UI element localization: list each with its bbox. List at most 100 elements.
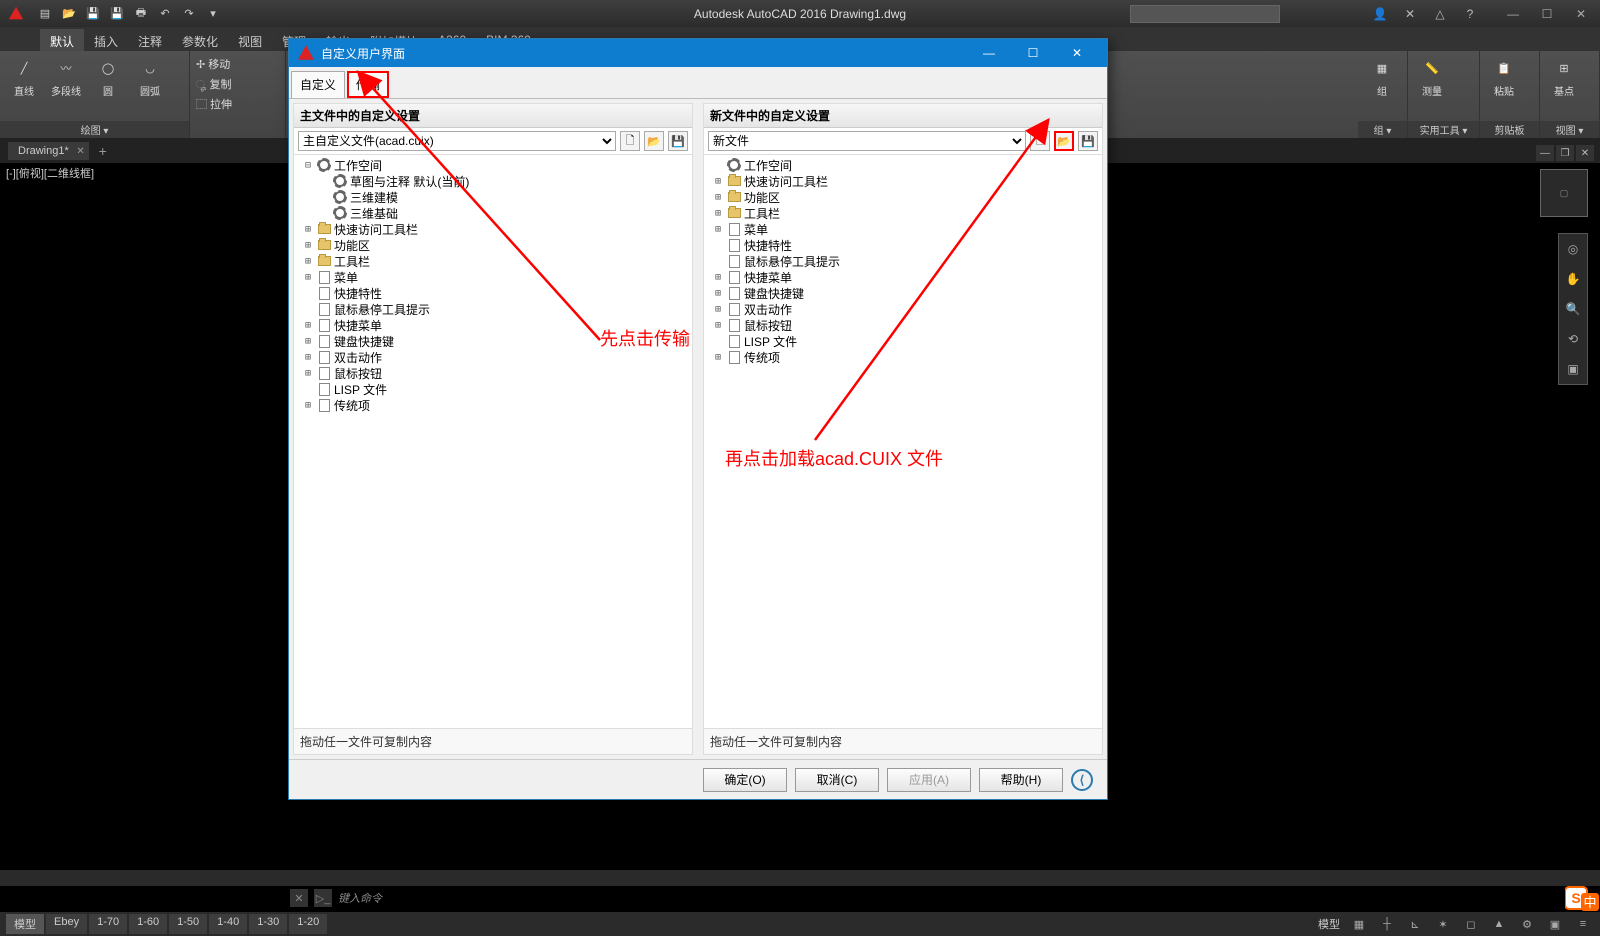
tree-node[interactable]: ⊞菜单 — [298, 269, 688, 285]
tree-node[interactable]: ⊞传统项 — [708, 349, 1098, 365]
ribbon-tab[interactable]: 视图 — [228, 29, 272, 51]
left-new-icon[interactable]: 🗋 — [620, 131, 640, 151]
nav-showmotion-icon[interactable]: ▣ — [1562, 358, 1584, 380]
tree-node[interactable]: ⊞双击动作 — [298, 349, 688, 365]
help-icon[interactable]: ? — [1460, 4, 1480, 24]
tree-node[interactable]: ⊞功能区 — [708, 189, 1098, 205]
qat-new-icon[interactable]: ▤ — [36, 5, 54, 23]
tree-node[interactable]: 鼠标悬停工具提示 — [708, 253, 1098, 269]
tree-node[interactable]: ⊞键盘快捷键 — [708, 285, 1098, 301]
circle-button[interactable]: ◯圆 — [90, 55, 126, 98]
panel-draw-label[interactable]: 绘图 ▾ — [0, 121, 189, 138]
expand-icon[interactable]: ⊞ — [302, 240, 314, 251]
left-file-select[interactable]: 主自定义文件(acad.cuix) — [298, 131, 616, 151]
tree-node[interactable]: ⊞快捷菜单 — [708, 269, 1098, 285]
tree-node[interactable]: ⊞功能区 — [298, 237, 688, 253]
tree-node[interactable]: 三维建模 — [298, 189, 688, 205]
nav-zoom-icon[interactable]: 🔍 — [1562, 298, 1584, 320]
layout-tab[interactable]: 1-60 — [129, 914, 167, 934]
autocad-logo[interactable] — [4, 2, 28, 26]
expand-icon[interactable]: ⊞ — [712, 304, 724, 315]
layout-tab[interactable]: 1-30 — [249, 914, 287, 934]
ok-button[interactable]: 确定(O) — [703, 768, 787, 792]
help-button[interactable]: 帮助(H) — [979, 768, 1063, 792]
qat-save-icon[interactable]: 💾 — [84, 5, 102, 23]
expand-icon[interactable]: ⊞ — [302, 224, 314, 235]
tree-node[interactable]: ⊞菜单 — [708, 221, 1098, 237]
layout-tab[interactable]: 模型 — [6, 914, 44, 934]
dialog-close-icon[interactable]: ✕ — [1055, 39, 1099, 67]
command-close-icon[interactable]: ✕ — [290, 889, 308, 907]
tree-node[interactable]: ⊞快速访问工具栏 — [298, 221, 688, 237]
tree-node[interactable]: 草图与注释 默认(当前) — [298, 173, 688, 189]
window-minimize-icon[interactable]: — — [1498, 4, 1528, 24]
polyline-button[interactable]: 〰多段线 — [48, 55, 84, 98]
tab-transfer[interactable]: 传输 — [347, 71, 389, 98]
status-model-label[interactable]: 模型 — [1318, 916, 1340, 932]
tree-node[interactable]: LISP 文件 — [298, 381, 688, 397]
ribbon-tab[interactable]: 参数化 — [172, 29, 228, 51]
tree-node[interactable]: ⊞传统项 — [298, 397, 688, 413]
stretch-button[interactable]: ⬚ 拉伸 — [196, 95, 279, 113]
tree-node[interactable]: 工作空间 — [708, 157, 1098, 173]
expand-icon[interactable]: ⊞ — [712, 272, 724, 283]
layout-tab[interactable]: 1-20 — [289, 914, 327, 934]
expand-icon[interactable]: ⊟ — [302, 160, 314, 171]
layout-tab[interactable]: Ebey — [46, 914, 87, 934]
tree-node[interactable]: ⊞快速访问工具栏 — [708, 173, 1098, 189]
move-button[interactable]: ✢ 移动 — [196, 55, 279, 73]
document-tab[interactable]: Drawing1* ✕ — [8, 142, 89, 160]
qat-dropdown-icon[interactable]: ▾ — [204, 5, 222, 23]
arc-button[interactable]: ◡圆弧 — [132, 55, 168, 98]
expand-icon[interactable]: ⊞ — [302, 352, 314, 363]
help-circle-icon[interactable]: ⟨ — [1071, 769, 1093, 791]
ribbon-tab[interactable]: 默认 — [40, 29, 84, 51]
panel-group-label[interactable]: 组 ▾ — [1358, 121, 1407, 138]
qat-saveas-icon[interactable]: 💾 — [108, 5, 126, 23]
viewport-label[interactable]: [-][俯视][二维线框] — [6, 165, 94, 181]
tree-node[interactable]: ⊟工作空间 — [298, 157, 688, 173]
expand-icon[interactable]: ⊞ — [302, 256, 314, 267]
window-close-icon[interactable]: ✕ — [1566, 4, 1596, 24]
expand-icon[interactable]: ⊞ — [302, 400, 314, 411]
right-open-icon[interactable]: 📂 — [1054, 131, 1074, 151]
group-button[interactable]: ▦组 — [1364, 55, 1400, 98]
expand-icon[interactable]: ⊞ — [712, 352, 724, 363]
cancel-button[interactable]: 取消(C) — [795, 768, 879, 792]
right-save-icon[interactable]: 💾 — [1078, 131, 1098, 151]
customize-icon[interactable]: ≡ — [1574, 915, 1592, 933]
exchange-icon[interactable]: ✕ — [1400, 4, 1420, 24]
nav-wheel-icon[interactable]: ◎ — [1562, 238, 1584, 260]
dialog-minimize-icon[interactable]: — — [967, 39, 1011, 67]
left-open-icon[interactable]: 📂 — [644, 131, 664, 151]
window-maximize-icon[interactable]: ☐ — [1532, 4, 1562, 24]
dialog-titlebar[interactable]: 自定义用户界面 — ☐ ✕ — [289, 39, 1107, 67]
qat-print-icon[interactable]: 🖶 — [132, 5, 150, 23]
cleanscreen-icon[interactable]: ▣ — [1546, 915, 1564, 933]
qat-undo-icon[interactable]: ↶ — [156, 5, 174, 23]
line-button[interactable]: ╱直线 — [6, 55, 42, 98]
viewcube[interactable]: ▢ — [1540, 169, 1588, 217]
panel-clipboard-label[interactable]: 剪贴板 — [1480, 121, 1539, 138]
measure-button[interactable]: 📏测量 — [1414, 55, 1450, 98]
signin-icon[interactable]: 👤 — [1370, 4, 1390, 24]
tree-node[interactable]: ⊞工具栏 — [298, 253, 688, 269]
tab-customize[interactable]: 自定义 — [291, 71, 345, 98]
osnap-icon[interactable]: ◻ — [1462, 915, 1480, 933]
expand-icon[interactable]: ⊞ — [302, 320, 314, 331]
ortho-icon[interactable]: ⊾ — [1406, 915, 1424, 933]
help-search-input[interactable] — [1130, 5, 1280, 23]
tree-node[interactable]: 快捷特性 — [298, 285, 688, 301]
left-tree[interactable]: ⊟工作空间草图与注释 默认(当前)三维建模三维基础⊞快速访问工具栏⊞功能区⊞工具… — [294, 155, 692, 728]
panel-view-label[interactable]: 视图 ▾ — [1540, 121, 1599, 138]
new-tab-button[interactable]: + — [93, 143, 113, 159]
anno-icon[interactable]: ▲ — [1490, 915, 1508, 933]
apply-button[interactable]: 应用(A) — [887, 768, 971, 792]
expand-icon[interactable]: ⊞ — [712, 176, 724, 187]
paste-button[interactable]: 📋粘贴 — [1486, 55, 1522, 98]
expand-icon[interactable]: ⊞ — [302, 272, 314, 283]
basepoint-button[interactable]: ⊞基点 — [1546, 55, 1582, 98]
ribbon-tab[interactable]: 注释 — [128, 29, 172, 51]
nav-pan-icon[interactable]: ✋ — [1562, 268, 1584, 290]
tree-node[interactable]: 快捷特性 — [708, 237, 1098, 253]
